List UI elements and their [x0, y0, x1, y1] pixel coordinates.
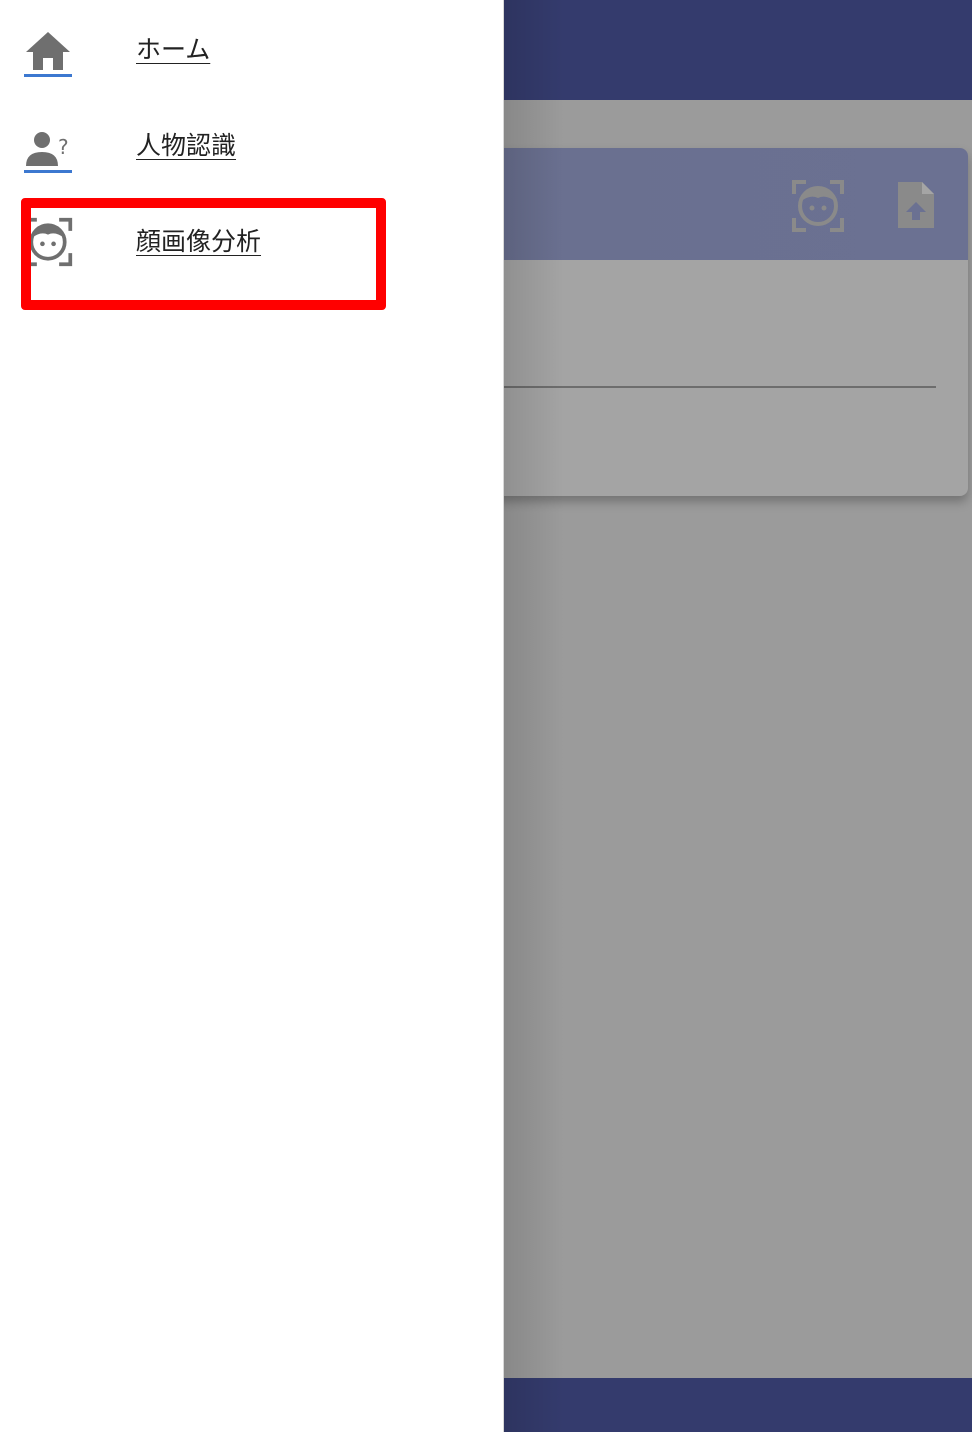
nav-item-home-label[interactable]: ホーム — [136, 30, 210, 66]
home-icon-underline — [24, 74, 72, 77]
home-icon — [22, 24, 74, 76]
file-upload-icon[interactable] — [888, 178, 944, 234]
svg-text:?: ? — [58, 135, 69, 159]
nav-item-person-recognition[interactable]: ? 人物認識 — [0, 96, 503, 192]
face-scan-icon[interactable] — [790, 178, 846, 234]
highlight-box — [21, 198, 386, 310]
person-question-icon: ? — [22, 120, 74, 172]
navigation-drawer: ホーム ? 人物認識 顔画像分析 — [0, 0, 504, 1432]
person-icon-underline — [24, 170, 72, 173]
nav-item-home[interactable]: ホーム — [0, 0, 503, 96]
drawer-shadow — [504, 0, 564, 1432]
nav-item-person-recognition-label[interactable]: 人物認識 — [136, 126, 236, 162]
